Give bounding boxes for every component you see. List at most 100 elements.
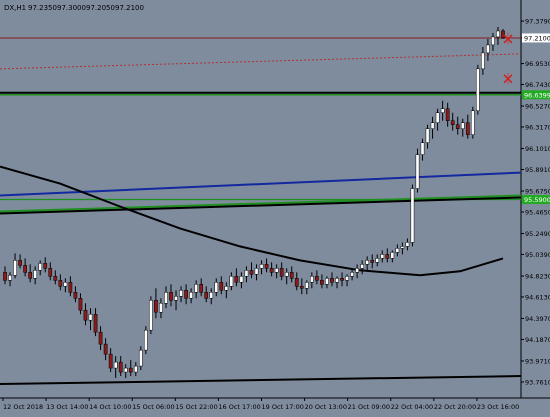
price-tick-label: 96.3170 [525, 124, 550, 132]
time-tick-label: 23 Oct 16:00 [477, 403, 519, 411]
bear-candle [43, 263, 48, 269]
bull-candle [133, 365, 138, 373]
bear-candle [289, 272, 294, 279]
bull-candle [194, 284, 199, 293]
bull-candle [123, 367, 128, 373]
bull-candle [113, 361, 118, 369]
bull-candle [284, 272, 289, 277]
bear-candle [28, 272, 33, 279]
bull-candle [138, 349, 143, 367]
bear-candle [18, 260, 22, 266]
bull-candle [435, 112, 440, 123]
time-tick-label: 13 Oct 14:00 [46, 403, 88, 411]
bear-candle [340, 278, 344, 281]
price-tick-label: 94.3970 [525, 315, 550, 323]
bear-candle [199, 284, 204, 293]
bull-candle [325, 278, 329, 285]
bull-candle [486, 44, 490, 54]
bull-candle [8, 275, 12, 281]
bear-candle [315, 276, 319, 281]
bull-candle [304, 282, 309, 289]
bear-candle [294, 278, 299, 287]
price-tick-label: 95.8910 [525, 166, 550, 174]
header-high: 97.3000 [57, 4, 86, 12]
bull-candle [254, 268, 259, 275]
price-tick-label: 94.6130 [525, 293, 550, 301]
bear-candle [169, 292, 173, 301]
bear-candle [385, 254, 390, 259]
bull-candle [355, 268, 359, 273]
price-tick-label: 97.3790 [525, 18, 550, 26]
green-lower-price-tag: 95.5900 [524, 196, 550, 204]
bull-candle [481, 52, 485, 70]
bull-candle [491, 36, 495, 46]
bear-candle [93, 313, 98, 333]
bull-candle [143, 329, 148, 351]
bull-candle [164, 292, 168, 304]
bear-candle [48, 268, 53, 277]
bear-candle [83, 309, 88, 321]
bull-candle [400, 246, 405, 249]
bear-candle [53, 276, 58, 281]
bull-candle [189, 292, 193, 299]
bull-candle [259, 264, 264, 269]
bull-candle [13, 260, 17, 276]
current-price-tag: 97.2100 [524, 34, 550, 42]
bull-candle [405, 242, 410, 247]
bear-candle [234, 276, 239, 283]
time-tick-label: 15 Oct 06:00 [132, 403, 174, 411]
time-tick-label: 20 Oct 13:00 [305, 403, 347, 411]
bear-candle [455, 124, 460, 129]
header-close: 97.2100 [115, 4, 144, 12]
price-tick-label: 96.9530 [525, 60, 550, 68]
price-tick-label: 95.0390 [525, 251, 550, 259]
bull-candle [350, 272, 354, 277]
bull-candle [415, 154, 420, 189]
price-tick-label: 95.4650 [525, 208, 550, 216]
bull-candle [214, 282, 219, 293]
bull-candle [425, 128, 430, 143]
bull-candle [179, 290, 183, 297]
bull-candle [224, 286, 229, 291]
bear-candle [264, 264, 269, 269]
bear-candle [98, 331, 103, 345]
price-chart[interactable]: 97.3790 97.2100 96.9530 96.7430 96.5270 96.31… [0, 0, 550, 413]
bull-candle [33, 270, 38, 279]
bull-candle [239, 276, 244, 283]
price-tick-label: 93.7610 [525, 378, 550, 386]
bear-candle [154, 300, 158, 313]
time-tick-label: 21 Oct 09:00 [348, 403, 390, 411]
bear-candle [450, 120, 455, 125]
bear-candle [23, 265, 27, 273]
header-symbol: DX,H1 [4, 4, 26, 12]
bull-candle [360, 264, 365, 269]
bear-candle [204, 292, 209, 299]
header-open: 97.2350 [28, 4, 57, 12]
bear-candle [370, 260, 375, 263]
bull-candle [365, 260, 370, 265]
price-tick-label: 95.2490 [525, 230, 550, 238]
bull-candle [63, 282, 68, 287]
bull-candle [470, 110, 475, 135]
bull-candle [430, 122, 435, 129]
bear-candle [184, 290, 188, 299]
time-tick-label: 19 Oct 17:00 [262, 403, 304, 411]
bear-candle [279, 268, 284, 277]
bull-candle [375, 258, 380, 263]
bull-candle [420, 142, 425, 155]
bear-candle [73, 292, 78, 299]
bull-candle [440, 108, 445, 113]
price-tick-label: 96.7430 [525, 81, 550, 89]
bull-candle [309, 276, 314, 283]
bear-candle [445, 108, 450, 121]
bear-candle [103, 343, 108, 355]
price-tick-label: 95.6750 [525, 188, 550, 196]
bull-candle [395, 248, 400, 253]
bull-candle [274, 268, 279, 273]
chart-window[interactable]: 97.3790 97.2100 96.9530 96.7430 96.5270 96.31… [0, 0, 550, 413]
time-tick-label: 14 Oct 10:00 [89, 403, 131, 411]
bear-candle [320, 280, 324, 285]
green-upper-price-tag: 96.6399 [524, 91, 550, 99]
bull-candle [209, 292, 214, 299]
price-tick-label: 94.1870 [525, 336, 550, 344]
